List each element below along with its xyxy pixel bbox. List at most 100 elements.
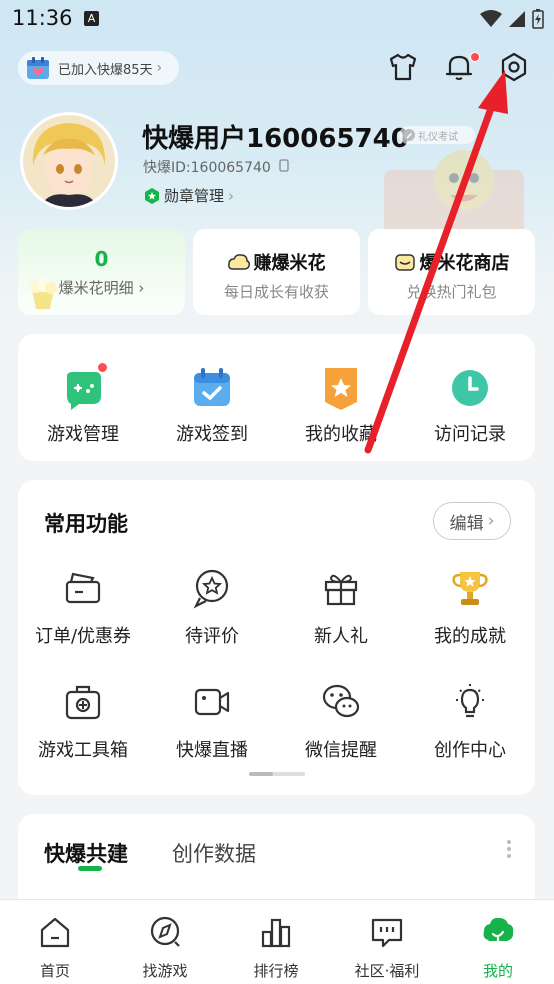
notification-a-icon: A <box>84 11 99 26</box>
edit-button[interactable]: 编辑 › <box>433 502 511 540</box>
wifi-icon <box>480 10 502 27</box>
pencil-icon <box>403 129 415 141</box>
earn-popcorn-card[interactable]: 赚爆米花 每日成长有收获 <box>193 229 360 315</box>
earn-popcorn-sub: 每日成长有收获 <box>223 283 329 301</box>
earn-popcorn-title: 赚爆米花 <box>193 249 360 275</box>
creator-center-label: 创作中心 <box>434 740 506 761</box>
my-achievements-label: 我的成就 <box>434 626 506 647</box>
compass-icon <box>150 916 180 947</box>
review-icon <box>193 569 229 609</box>
popcorn-shop-card[interactable]: 爆米花商店 兑换热门礼包 <box>368 229 535 315</box>
etiquette-tag-label: 礼仪考试 <box>418 131 458 143</box>
nav-home-label: 首页 <box>39 962 70 980</box>
common-functions-card: 常用功能 编辑 › 订单/优惠券 待评价 新人礼 我的成就 游戏工具箱 快爆直播… <box>18 480 535 795</box>
nav-rankings[interactable]: 排行榜 <box>221 914 331 981</box>
toolbox-icon <box>65 685 101 720</box>
creator-center-item[interactable]: 创作中心 <box>405 680 535 762</box>
cloud-face-icon <box>227 254 250 270</box>
username: 快爆用户160065740 <box>142 124 409 154</box>
chevron-right-icon: › <box>228 186 235 205</box>
game-management-dot <box>97 362 108 373</box>
visit-history-label: 访问记录 <box>434 424 506 445</box>
signal-icon <box>509 11 525 27</box>
join-days-pill[interactable]: 已加入快爆85天 › <box>18 51 179 85</box>
visit-history-item[interactable]: 访问记录 <box>405 364 535 446</box>
avatar-image <box>23 115 115 207</box>
pending-review-item[interactable]: 待评价 <box>147 566 277 648</box>
newcomer-gift-item[interactable]: 新人礼 <box>276 566 406 648</box>
user-id-text: 快爆ID:160065740 <box>143 160 271 176</box>
popcorn-shop-title: 爆米花商店 <box>368 249 535 275</box>
orders-coupons-item[interactable]: 订单/优惠券 <box>18 566 148 648</box>
orders-coupons-label: 订单/优惠券 <box>34 626 132 647</box>
settings-button[interactable] <box>497 48 531 86</box>
common-functions-title: 常用功能 <box>44 512 128 536</box>
chevron-right-icon: › <box>487 511 495 531</box>
popcorn-shop-sub: 兑换热门礼包 <box>406 283 497 301</box>
newcomer-gift-label: 新人礼 <box>314 626 368 647</box>
nav-me-label: 我的 <box>482 962 513 980</box>
my-favorites-item[interactable]: 我的收藏 <box>276 364 406 446</box>
wechat-reminder-label: 微信提醒 <box>305 740 377 761</box>
nav-community-label: 社区·福利 <box>354 962 420 980</box>
popcorn-icon <box>30 278 57 309</box>
game-checkin-item[interactable]: 游戏签到 <box>147 364 277 446</box>
page-indicator <box>249 772 305 776</box>
live-stream-label: 快爆直播 <box>176 740 248 761</box>
clock-icon <box>452 370 488 406</box>
nav-community[interactable]: 社区·福利 <box>332 914 442 981</box>
lightbulb-icon <box>456 684 484 718</box>
quick-access-card: 游戏管理 游戏签到 我的收藏 访问记录 <box>18 334 535 461</box>
shop-icon <box>394 254 415 271</box>
nav-home[interactable]: 首页 <box>0 914 110 981</box>
status-bar: 11:36 A <box>0 0 554 36</box>
join-days-text: 已加入快爆85天 <box>58 62 153 78</box>
phone-icon <box>279 159 289 172</box>
etiquette-tag[interactable]: 礼仪考试 <box>399 126 475 144</box>
notifications-button[interactable] <box>442 48 480 86</box>
chart-icon <box>261 918 291 948</box>
tab-creation-data[interactable]: 创作数据 <box>172 838 256 868</box>
user-id: 快爆ID:160065740 <box>143 157 289 177</box>
more-options-icon[interactable] <box>507 840 513 858</box>
status-icons <box>480 9 544 29</box>
game-checkin-label: 游戏签到 <box>176 424 248 445</box>
skin-button[interactable] <box>386 48 420 86</box>
pending-review-label: 待评价 <box>185 626 239 647</box>
nav-find-games-label: 找游戏 <box>142 962 188 980</box>
edit-button-label: 编辑 <box>449 513 484 534</box>
avatar[interactable] <box>20 112 118 210</box>
nav-rankings-label: 排行榜 <box>253 962 299 980</box>
star-badge-icon <box>325 368 357 410</box>
home-icon <box>40 917 70 948</box>
badge-management-link[interactable]: 勋章管理 › <box>144 185 234 206</box>
badge-management-label: 勋章管理 <box>164 187 225 205</box>
battery-icon <box>532 9 544 29</box>
coupon-icon <box>65 572 101 604</box>
game-management-label: 游戏管理 <box>47 424 119 445</box>
settings-icon <box>501 52 527 82</box>
live-stream-item[interactable]: 快爆直播 <box>147 680 277 762</box>
video-icon <box>194 688 230 716</box>
chevron-right-icon: › <box>156 60 163 76</box>
me-icon <box>483 917 514 946</box>
game-toolbox-item[interactable]: 游戏工具箱 <box>18 680 148 762</box>
my-achievements-item[interactable]: 我的成就 <box>405 566 535 648</box>
tshirt-icon <box>389 53 417 81</box>
calendar-check-icon <box>194 368 230 406</box>
wechat-reminder-item[interactable]: 微信提醒 <box>276 680 406 762</box>
game-management-item[interactable]: 游戏管理 <box>18 362 148 446</box>
tab-kuaibao-build[interactable]: 快爆共建 <box>44 838 128 868</box>
trophy-icon <box>452 572 488 605</box>
popcorn-detail-card[interactable]: 0 爆米花明细 › <box>18 229 185 315</box>
my-favorites-label: 我的收藏 <box>305 424 377 445</box>
community-icon <box>371 918 403 948</box>
bottom-nav: 首页 找游戏 排行榜 社区·福利 我的 <box>0 899 554 984</box>
game-toolbox-label: 游戏工具箱 <box>38 740 128 761</box>
notification-dot <box>470 52 480 62</box>
nav-find-games[interactable]: 找游戏 <box>110 914 220 981</box>
badge-icon <box>145 187 159 204</box>
wechat-icon <box>322 684 360 718</box>
status-time: 11:36 <box>12 6 73 30</box>
nav-me[interactable]: 我的 <box>443 914 553 981</box>
